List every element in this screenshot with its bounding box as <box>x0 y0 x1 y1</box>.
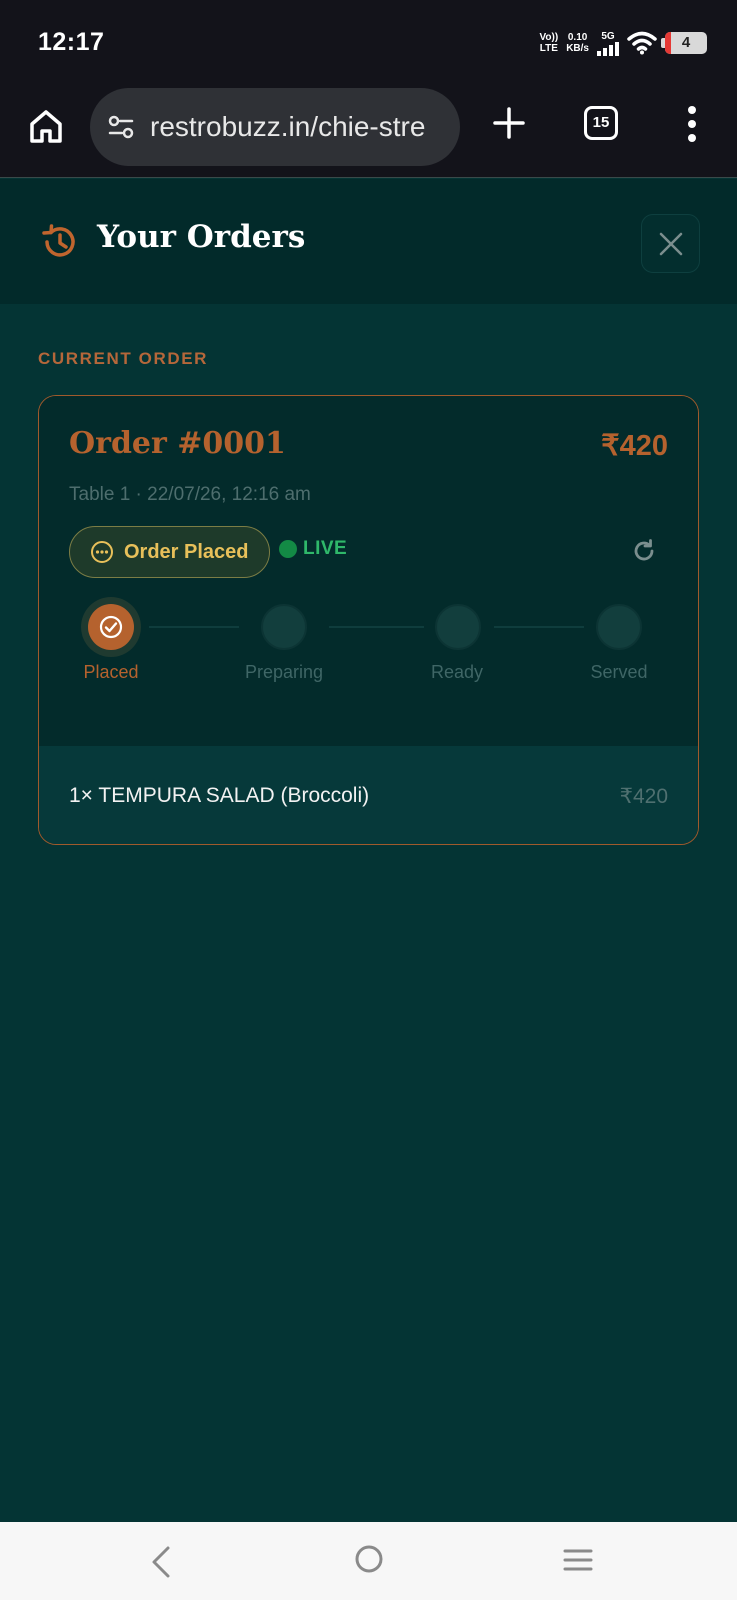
track-line-1 <box>149 626 239 628</box>
item-name: 1× TEMPURA SALAD (Broccoli) <box>69 784 370 807</box>
new-tab-icon[interactable] <box>490 104 528 142</box>
section-label-current-order: CURRENT ORDER <box>38 349 209 368</box>
status-badge: Order Placed <box>69 526 270 578</box>
system-nav-bar <box>0 1522 737 1600</box>
item-price: ₹420 <box>619 785 668 808</box>
check-circle-icon <box>99 615 123 639</box>
live-label: LIVE <box>303 538 348 559</box>
order-progress-tracker: Placed Preparing Ready Served <box>39 596 698 696</box>
orders-header: Your Orders <box>0 179 737 304</box>
signal-bars-icon <box>597 41 619 56</box>
step-served <box>596 604 642 650</box>
step-ready <box>435 604 481 650</box>
close-icon <box>659 232 683 256</box>
status-time: 12:17 <box>38 28 105 56</box>
status-text: Order Placed <box>124 540 249 563</box>
order-summary: Order #0001 ₹420 Table 1 · 22/07/26, 12:… <box>39 396 698 746</box>
cellular-signal: 5G <box>597 31 619 56</box>
url-bar[interactable]: restrobuzz.in/chie-stre <box>90 88 460 166</box>
live-dot <box>279 540 297 558</box>
order-card: Order #0001 ₹420 Table 1 · 22/07/26, 12:… <box>38 395 699 845</box>
order-meta: Table 1 · 22/07/26, 12:16 am <box>69 484 311 505</box>
home-icon[interactable] <box>26 106 66 146</box>
battery-indicator: 4 <box>661 32 707 54</box>
refresh-icon[interactable] <box>631 538 657 564</box>
history-icon <box>42 224 75 257</box>
close-button[interactable] <box>641 214 700 273</box>
step-preparing <box>261 604 307 650</box>
order-number: Order #0001 <box>69 426 286 461</box>
track-line-3 <box>494 626 584 628</box>
tab-switcher-button[interactable]: 15 <box>584 106 618 140</box>
order-total: ₹420 <box>601 430 668 462</box>
browser-toolbar: restrobuzz.in/chie-stre 15 <box>0 84 737 178</box>
more-horizontal-circle-icon <box>91 541 113 563</box>
step-label-ready: Ready <box>430 662 484 682</box>
page-title: Your Orders <box>97 219 306 255</box>
step-label-preparing: Preparing <box>244 662 324 682</box>
network-speed: 0.10 KB/s <box>566 32 589 54</box>
track-line-2 <box>329 626 424 628</box>
list-item: 1× TEMPURA SALAD (Broccoli) ₹420 <box>39 746 698 844</box>
wifi-icon <box>627 31 657 55</box>
site-settings-icon[interactable] <box>106 112 136 142</box>
step-placed <box>88 604 134 650</box>
more-vertical-icon[interactable] <box>680 102 704 146</box>
status-indicators: Vo)) LTE 0.10 KB/s 5G 4 <box>539 28 707 58</box>
url-text[interactable]: restrobuzz.in/chie-stre <box>150 88 456 166</box>
back-icon[interactable] <box>146 1544 176 1580</box>
status-bar: 12:17 Vo)) LTE 0.10 KB/s 5G 4 <box>0 0 737 84</box>
recent-apps-icon[interactable] <box>562 1546 594 1574</box>
live-indicator: LIVE <box>279 538 347 560</box>
step-label-placed: Placed <box>83 662 139 682</box>
home-circle-icon[interactable] <box>354 1544 384 1574</box>
battery-level <box>665 32 672 54</box>
volte-indicator: Vo)) LTE <box>539 32 559 54</box>
step-label-served: Served <box>590 662 648 682</box>
